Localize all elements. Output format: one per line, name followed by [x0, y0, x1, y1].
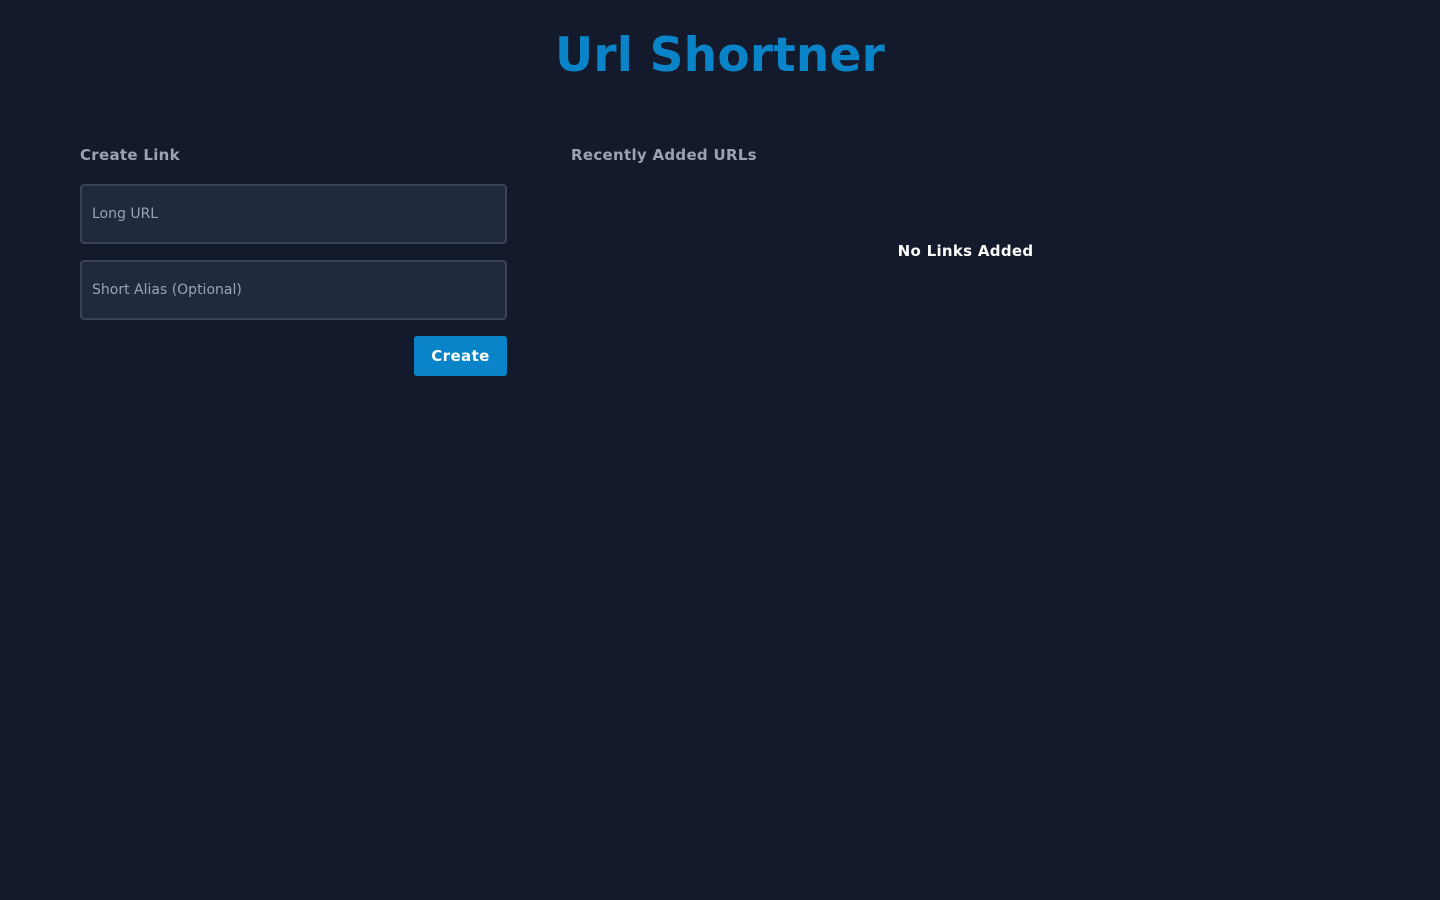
recent-urls-panel: Recently Added URLs No Links Added	[571, 145, 1360, 261]
create-button[interactable]: Create	[414, 336, 507, 376]
recent-urls-heading: Recently Added URLs	[571, 146, 757, 164]
page: Url Shortner Create Link Create Recently…	[0, 0, 1440, 900]
create-link-panel: Create Link Create	[80, 145, 507, 376]
short-alias-input[interactable]	[80, 260, 507, 320]
empty-state-message: No Links Added	[897, 242, 1034, 260]
long-url-input[interactable]	[80, 184, 507, 244]
app-title: Url Shortner	[555, 28, 885, 83]
create-actions: Create	[80, 336, 507, 376]
create-link-heading: Create Link	[80, 146, 180, 164]
